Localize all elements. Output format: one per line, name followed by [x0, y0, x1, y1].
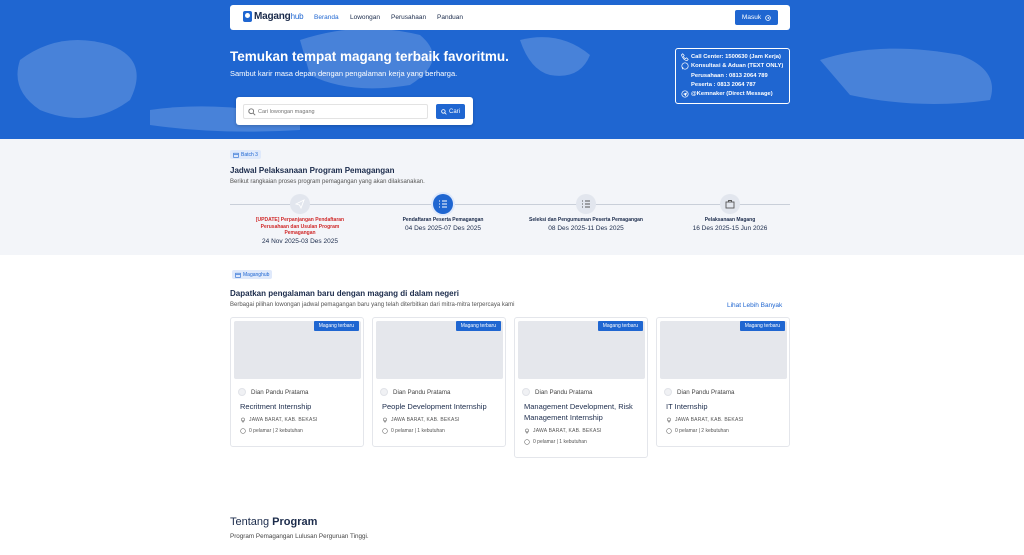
calendar-icon: [235, 272, 241, 278]
schedule-section: [0, 139, 1024, 255]
internship-card-1[interactable]: Magang terbaru Dian Pandu Pratama Recrit…: [230, 317, 364, 447]
card-title[interactable]: IT Internship: [666, 401, 784, 412]
timeline-line: [230, 204, 790, 205]
card-location: JAWA BARAT, KAB. BEKASI: [533, 428, 602, 434]
users-icon: [524, 439, 530, 445]
new-tag: Magang terbaru: [739, 321, 785, 331]
telegram-icon: [681, 90, 689, 98]
card-title[interactable]: Management Development, Risk Management …: [524, 401, 642, 423]
search-panel: Cari: [236, 97, 473, 125]
nav-perusahaan[interactable]: Perusahaan: [391, 14, 426, 21]
nav-panduan[interactable]: Panduan: [437, 14, 463, 21]
search-field[interactable]: [243, 104, 428, 119]
telegram-row[interactable]: @Kemnaker (Direct Message): [681, 90, 784, 99]
see-more-link[interactable]: Lihat Lebih Banyak: [727, 302, 782, 309]
card-title[interactable]: Recritment Internship: [240, 401, 358, 412]
users-icon: [666, 428, 672, 434]
users-icon: [382, 428, 388, 434]
logo-icon: [243, 11, 252, 22]
card-location: JAWA BARAT, KAB. BEKASI: [675, 417, 744, 423]
card-meta: 0 pelamar | 1 kebutuhan: [533, 439, 587, 445]
batch-badge: Batch 3: [230, 150, 261, 159]
new-tag: Magang terbaru: [597, 321, 643, 331]
briefcase-icon: [725, 200, 735, 209]
users-icon: [240, 428, 246, 434]
schedule-desc: Berikut rangkaian proses program pemagan…: [230, 179, 425, 185]
avatar: [522, 388, 530, 396]
login-icon: [765, 14, 771, 21]
card-location: JAWA BARAT, KAB. BEKASI: [391, 417, 460, 423]
card-meta: 0 pelamar | 2 kebutuhan: [249, 428, 303, 434]
search-input[interactable]: [258, 108, 423, 115]
maganghub-badge: Maganghub: [232, 270, 273, 279]
internship-card-3[interactable]: Magang terbaru Dian Pandu Pratama Manage…: [514, 317, 648, 458]
hero-subtitle: Sambut karir masa depan dengan pengalama…: [230, 69, 458, 78]
nav-beranda[interactable]: Beranda: [314, 14, 339, 21]
step-1: [UPDATE] Perpanjangan Pendaftaran Perusa…: [255, 217, 345, 245]
card-meta: 0 pelamar | 1 kebutuhan: [391, 428, 445, 434]
card-title[interactable]: People Development Internship: [382, 401, 500, 412]
avatar: [380, 388, 388, 396]
schedule-title: Jadwal Pelaksanaan Program Pemagangan: [230, 166, 395, 175]
about-title: Tentang Program: [230, 516, 318, 528]
nav-lowongan[interactable]: Lowongan: [350, 14, 380, 21]
new-tag: Magang terbaru: [455, 321, 501, 331]
step-2: Pendaftaran Peserta Pemagangan 04 Des 20…: [402, 217, 484, 232]
card-location: JAWA BARAT, KAB. BEKASI: [249, 417, 318, 423]
phone-icon: [681, 53, 689, 61]
new-tag: Magang terbaru: [313, 321, 359, 331]
calendar-icon: [233, 152, 239, 158]
avatar: [664, 388, 672, 396]
internships-title: Dapatkan pengalaman baru dengan magang d…: [230, 289, 459, 298]
top-navbar: Maganghub Beranda Lowongan Perusahaan Pa…: [230, 5, 790, 30]
participant-phone: Peserta : 0813 2064 787: [691, 81, 756, 88]
step-circle-4: [720, 194, 740, 214]
internships-desc: Berbagai pilihan lowongan jadwal pemagan…: [230, 302, 515, 308]
maganghub-logo[interactable]: Maganghub: [243, 11, 304, 22]
card-author: Dian Pandu Pratama: [393, 388, 451, 396]
contact-info-box: Call Center: 1500630 (Jam Kerja) Konsult…: [675, 48, 790, 104]
about-desc: Program Pemagangan Lulusan Perguruan Tin…: [230, 533, 369, 540]
search-button[interactable]: Cari: [436, 104, 465, 119]
internship-card-2[interactable]: Magang terbaru Dian Pandu Pratama People…: [372, 317, 506, 447]
step-3: Seleksi dan Pengumuman Peserta Pemaganga…: [529, 217, 643, 232]
send-icon: [295, 199, 305, 209]
card-author: Dian Pandu Pratama: [251, 388, 309, 396]
hero-title: Temukan tempat magang terbaik favoritmu.: [230, 49, 509, 64]
avatar: [238, 388, 246, 396]
checklist-icon: [582, 200, 590, 208]
login-button[interactable]: Masuk: [735, 10, 778, 25]
location-icon: [667, 417, 671, 423]
location-icon: [383, 417, 387, 423]
card-meta: 0 pelamar | 2 kebutuhan: [675, 428, 729, 434]
location-icon: [525, 428, 529, 434]
search-icon: [441, 108, 447, 115]
call-center-row[interactable]: Call Center: 1500630 (Jam Kerja): [681, 53, 784, 62]
location-icon: [241, 417, 245, 423]
whatsapp-icon: [681, 62, 689, 70]
list-icon: [439, 200, 447, 208]
company-phone: Perusahaan : 0813 2064 789: [691, 72, 768, 79]
step-circle-1: [290, 194, 310, 214]
card-author: Dian Pandu Pratama: [535, 388, 593, 396]
internship-card-4[interactable]: Magang terbaru Dian Pandu Pratama IT Int…: [656, 317, 790, 447]
step-4: Pelaksanaan Magang 16 Des 2025-15 Jun 20…: [692, 217, 768, 232]
search-icon: [248, 107, 256, 116]
step-circle-3: [576, 194, 596, 214]
whatsapp-row[interactable]: Konsultasi & Aduan (TEXT ONLY): [681, 62, 784, 71]
card-author: Dian Pandu Pratama: [677, 388, 735, 396]
step-circle-2: [433, 194, 453, 214]
